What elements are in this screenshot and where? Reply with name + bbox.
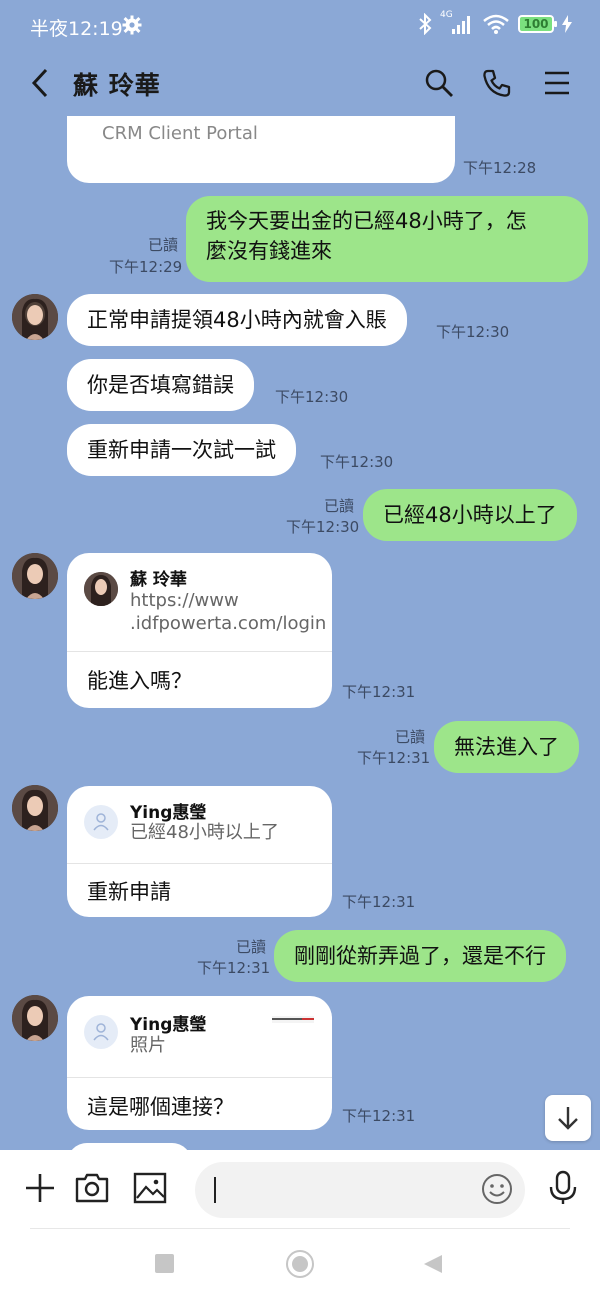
message-bubble-incoming[interactable]: 重新申請一次試一試 — [67, 424, 296, 476]
message-text: 重新申請 — [87, 880, 171, 904]
reply-card[interactable]: Ying惠瑩 已經48小時以上了 重新申請 — [67, 786, 332, 917]
card-sender-name: Ying惠瑩 — [130, 1015, 207, 1035]
card-divider — [67, 651, 332, 652]
back-icon[interactable] — [28, 67, 52, 99]
recents-button[interactable] — [155, 1254, 174, 1273]
avatar[interactable] — [12, 785, 58, 831]
back-nav-icon[interactable] — [422, 1253, 444, 1275]
quoted-text: 照片 — [130, 1035, 166, 1056]
link-preview-card[interactable]: 蘇 玲華 https://www .idfpowerta.com/login 能… — [67, 553, 332, 708]
phone-icon[interactable] — [482, 68, 512, 98]
message-text: 我今天要出金的已經48小時了，怎 — [206, 209, 527, 233]
user-icon — [93, 813, 109, 831]
gear-icon — [122, 15, 142, 35]
link-card[interactable]: CRM Client Portal — [67, 116, 455, 183]
read-receipt: 已讀 — [324, 497, 355, 515]
avatar-photo — [12, 553, 58, 599]
scroll-to-bottom-button[interactable] — [545, 1095, 591, 1141]
system-nav-bar — [0, 1230, 600, 1300]
card-divider — [67, 1077, 332, 1078]
search-icon[interactable] — [424, 68, 454, 98]
message-time: 下午12:31 — [342, 683, 416, 701]
contact-name[interactable]: 蘇 玲華 — [73, 66, 161, 102]
avatar-photo — [12, 294, 58, 340]
message-bubble-outgoing[interactable]: 無法進入了 — [434, 721, 579, 773]
image-icon[interactable] — [132, 1170, 168, 1206]
menu-icon[interactable] — [542, 68, 572, 98]
divider — [30, 1228, 570, 1229]
photo-thumbnail[interactable] — [272, 1016, 314, 1023]
sender-avatar — [84, 805, 118, 839]
message-time: 下午12:30 — [320, 453, 394, 471]
message-text: 能進入嗎？ — [87, 669, 192, 693]
plus-icon[interactable] — [22, 1170, 58, 1206]
message-text: 麼沒有錢進來 — [206, 239, 332, 263]
message-bubble-outgoing[interactable]: 已經48小時以上了 — [363, 489, 577, 541]
avatar[interactable] — [12, 294, 58, 340]
avatar[interactable] — [12, 553, 58, 599]
read-receipt: 已讀 — [236, 938, 267, 956]
message-time: 下午12:30 — [275, 388, 349, 406]
wifi-icon — [483, 14, 509, 34]
card-sender-name: 蘇 玲華 — [130, 570, 187, 590]
status-bar: 半夜12:19 4G 100 — [0, 0, 600, 50]
input-bar — [0, 1150, 600, 1230]
reply-card[interactable]: Ying惠瑩 照片 這是哪個連接？ — [67, 996, 332, 1130]
charging-icon — [562, 15, 572, 33]
message-time: 下午12:30 — [286, 518, 360, 536]
read-receipt: 已讀 — [148, 236, 179, 254]
camera-icon[interactable] — [74, 1170, 110, 1206]
avatar-photo — [12, 785, 58, 831]
chat-messages[interactable]: CRM Client Portal 下午12:28 我今天要出金的已經48小時了… — [0, 116, 600, 1150]
arrow-down-icon — [558, 1107, 578, 1130]
message-bubble-incoming[interactable] — [67, 1143, 192, 1150]
message-bubble-incoming[interactable]: 正常申請提領48小時內就會入賬 — [67, 294, 407, 346]
quoted-text: 已經48小時以上了 — [130, 822, 279, 843]
avatar-photo — [12, 995, 58, 1041]
text-caret — [214, 1177, 216, 1203]
chat-header: 蘇 玲華 — [0, 50, 600, 116]
bluetooth-icon — [419, 13, 432, 35]
emoji-icon[interactable] — [481, 1173, 513, 1205]
message-bubble-outgoing[interactable]: 我今天要出金的已經48小時了，怎 麼沒有錢進來 — [186, 196, 588, 282]
message-bubble-incoming[interactable]: 你是否填寫錯誤 — [67, 359, 254, 411]
card-sender-name: Ying惠瑩 — [130, 803, 207, 823]
message-time: 下午12:31 — [197, 959, 271, 977]
message-input[interactable] — [195, 1162, 525, 1218]
link-url-line1[interactable]: https://www — [130, 589, 239, 613]
user-icon — [93, 1023, 109, 1041]
status-time: 半夜12:19 — [30, 18, 123, 40]
mic-icon[interactable] — [545, 1170, 581, 1206]
message-bubble-outgoing[interactable]: 剛剛從新弄過了，還是不行 — [274, 930, 566, 982]
message-text: 這是哪個連接？ — [87, 1095, 234, 1119]
message-time: 下午12:28 — [463, 159, 537, 177]
battery-indicator: 100 — [518, 15, 557, 33]
card-divider — [67, 863, 332, 864]
read-receipt: 已讀 — [395, 728, 426, 746]
avatar[interactable] — [12, 995, 58, 1041]
signal-indicator: 4G — [440, 10, 474, 36]
sender-avatar — [84, 572, 118, 606]
message-time: 下午12:31 — [357, 749, 431, 767]
message-time: 下午12:30 — [436, 323, 510, 341]
link-url-line2[interactable]: .idfpowerta.com/login — [130, 612, 326, 636]
message-time: 下午12:31 — [342, 893, 416, 911]
message-time: 下午12:31 — [342, 1107, 416, 1125]
message-time: 下午12:29 — [109, 258, 183, 276]
link-card-text: CRM Client Portal — [102, 123, 258, 144]
signal-icon — [452, 16, 470, 34]
home-button[interactable] — [286, 1250, 314, 1278]
sender-avatar — [84, 1015, 118, 1049]
